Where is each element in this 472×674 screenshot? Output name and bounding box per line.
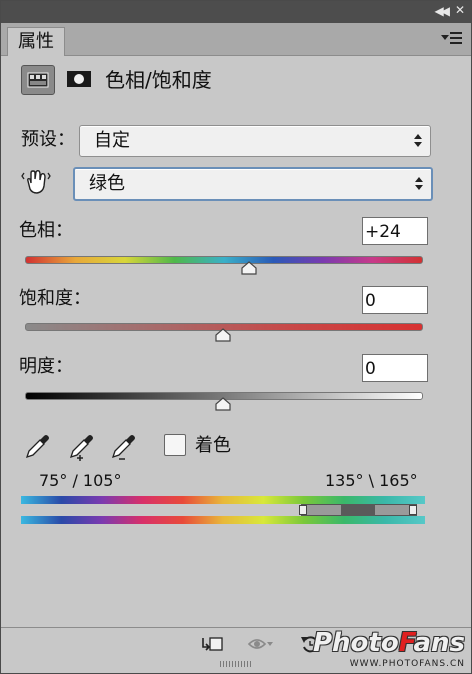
hand-targeted-adjustment-icon[interactable] [21, 167, 51, 197]
collapse-icon[interactable]: ◀◀ [435, 4, 451, 18]
channel-select[interactable]: 绿色 [73, 167, 433, 201]
tab-properties[interactable]: 属性 [7, 27, 65, 56]
range-right-text: 135° \ 165° [325, 471, 418, 490]
layer-mask-icon[interactable] [63, 65, 95, 93]
preset-label: 预设： [21, 129, 75, 150]
close-icon[interactable]: ✕ [455, 3, 465, 17]
range-right-handle[interactable] [409, 505, 417, 515]
lightness-slider-thumb[interactable] [215, 397, 231, 411]
output-color-bar [21, 516, 425, 524]
lightness-label: 明度： [19, 356, 73, 377]
tab-properties-label: 属性 [18, 31, 54, 52]
select-arrows-icon [414, 134, 422, 148]
properties-panel: ◀◀ ✕ 属性 色相/饱和度 预设： 自定 绿色 色相： +24 饱和度： 0 … [0, 0, 472, 674]
panel-menu-icon[interactable] [441, 29, 463, 47]
range-left-handle[interactable] [299, 505, 307, 515]
saturation-slider-thumb[interactable] [215, 328, 231, 342]
photofans-watermark: PhotoFans WWW.PHOTOFANS.CN [312, 628, 465, 669]
input-color-bar [21, 496, 425, 504]
lightness-input[interactable]: 0 [362, 354, 428, 382]
adjustment-title: 色相/饱和度 [105, 68, 212, 92]
range-left-text: 75° / 105° [39, 471, 122, 490]
channel-value: 绿色 [89, 173, 125, 194]
saturation-label: 饱和度： [19, 288, 91, 309]
resize-grip[interactable] [220, 661, 252, 667]
color-range-core[interactable] [341, 504, 375, 516]
preset-value: 自定 [94, 130, 130, 151]
hue-slider-thumb[interactable] [241, 261, 257, 275]
panel-titlebar: ◀◀ ✕ [1, 1, 471, 23]
hue-input[interactable]: +24 [362, 217, 428, 245]
hue-saturation-adjustment-icon[interactable] [21, 65, 55, 95]
eyedropper-plus-icon[interactable] [67, 431, 97, 461]
select-arrows-icon [415, 177, 423, 191]
preset-select[interactable]: 自定 [79, 125, 431, 157]
clip-to-layer-icon[interactable] [201, 634, 223, 654]
saturation-input[interactable]: 0 [362, 286, 428, 314]
view-previous-state-icon[interactable] [247, 634, 277, 654]
hue-label: 色相： [19, 220, 73, 241]
eyedropper-minus-icon[interactable] [109, 431, 139, 461]
hue-slider-track[interactable] [25, 256, 423, 264]
eyedropper-icon[interactable] [23, 431, 53, 461]
colorize-label: 着色 [195, 435, 231, 456]
tab-strip: 属性 [1, 23, 471, 56]
colorize-checkbox[interactable] [164, 434, 186, 456]
